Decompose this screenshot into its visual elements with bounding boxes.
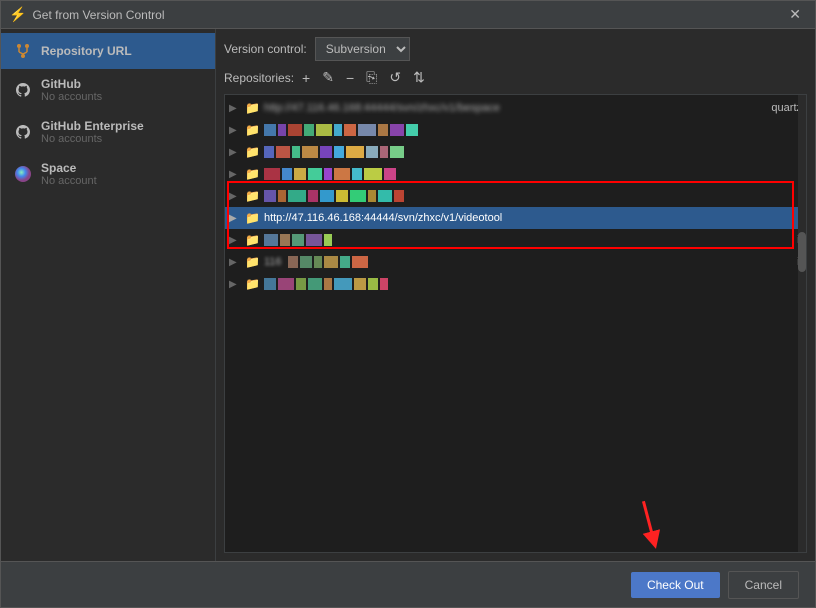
fork-icon <box>13 41 33 61</box>
scrollbar-thumb[interactable] <box>798 232 806 272</box>
version-control-select[interactable]: Subversion Git Mercurial <box>315 37 410 61</box>
sidebar-item-label-space: Space <box>41 161 97 175</box>
checkout-button[interactable]: Check Out <box>631 572 720 598</box>
sort-repos-button[interactable]: ⇅ <box>409 67 429 88</box>
pixel-row <box>264 278 388 290</box>
chevron-icon: ▶ <box>229 279 241 290</box>
list-item-selected[interactable]: ▶ 📁 http://47.116.46.168:44444/svn/zhxc/… <box>225 207 806 229</box>
sidebar-item-sub-space: No account <box>41 175 97 187</box>
scrollbar[interactable] <box>798 95 806 552</box>
chevron-icon: ▶ <box>229 125 241 136</box>
sidebar-item-label-repo: Repository URL <box>41 44 132 58</box>
chevron-icon: ▶ <box>229 169 241 180</box>
sidebar-item-github[interactable]: GitHub No accounts <box>1 69 215 111</box>
sidebar-item-content-space: Space No account <box>41 161 97 187</box>
repo-list: ▶ 📁 http://47.116.46.168:44444/svn/zhxc/… <box>225 95 806 297</box>
refresh-repos-button[interactable]: ↺ <box>385 67 405 88</box>
list-item[interactable]: ▶ 📁 <box>225 119 806 141</box>
pixel-row <box>264 146 404 158</box>
list-item[interactable]: ▶ 📁 il <box>225 229 806 251</box>
sidebar-item-space[interactable]: Space No account <box>1 153 215 195</box>
add-repo-button[interactable]: + <box>298 68 314 88</box>
pixel-row <box>264 124 418 136</box>
sidebar-item-sub-github: No accounts <box>41 91 102 103</box>
list-item[interactable]: ▶ 📁 <box>225 273 806 295</box>
pixel-row <box>264 234 332 246</box>
right-panel: Version control: Subversion Git Mercuria… <box>216 29 815 561</box>
chevron-icon: ▶ <box>229 103 241 114</box>
chevron-icon: ▶ <box>229 257 241 268</box>
pixel-row <box>264 168 396 180</box>
title-bar: ⚡ Get from Version Control ✕ <box>1 1 815 29</box>
folder-icon: 📁 <box>245 189 260 203</box>
main-dialog: ⚡ Get from Version Control ✕ <box>0 0 816 608</box>
remove-repo-button[interactable]: − <box>342 68 358 88</box>
folder-icon: 📁 <box>245 233 260 247</box>
pixel-row: 116 <box>264 256 368 268</box>
toolbar-row-version: Version control: Subversion Git Mercuria… <box>224 37 807 61</box>
sidebar-item-label-github: GitHub <box>41 77 102 91</box>
folder-icon: 📁 <box>245 101 260 115</box>
sidebar-item-repository-url[interactable]: Repository URL <box>1 33 215 69</box>
close-button[interactable]: ✕ <box>783 4 807 25</box>
repo-url-blurred: http://47.116.46.168:44444/svn/zhxc/v1/b… <box>264 102 500 114</box>
folder-icon-selected: 📁 <box>245 211 260 225</box>
app-icon: ⚡ <box>9 6 26 23</box>
sidebar-item-content-github: GitHub No accounts <box>41 77 102 103</box>
chevron-icon: ▶ <box>229 235 241 246</box>
list-item[interactable]: ▶ 📁 <box>225 141 806 163</box>
chevron-icon: ▶ <box>229 147 241 158</box>
folder-icon: 📁 <box>245 167 260 181</box>
sidebar-item-sub-ghe: No accounts <box>41 133 144 145</box>
sidebar-item-github-enterprise[interactable]: GitHub Enterprise No accounts <box>1 111 215 153</box>
list-item[interactable]: ▶ 📁 http://47.116.46.168:44444/svn/zhxc/… <box>225 97 806 119</box>
version-control-label: Version control: <box>224 42 307 56</box>
dialog-footer: Check Out Cancel <box>1 561 815 607</box>
dialog-title: Get from Version Control <box>32 8 164 22</box>
chevron-icon: ▶ <box>229 191 241 202</box>
list-item[interactable]: ▶ 📁 116 il <box>225 251 806 273</box>
sidebar: Repository URL GitHub No accounts <box>1 29 216 561</box>
folder-icon: 📁 <box>245 123 260 137</box>
github-enterprise-icon <box>13 122 33 142</box>
github-icon <box>13 80 33 100</box>
repositories-label: Repositories: <box>224 71 294 85</box>
repo-list-container[interactable]: ▶ 📁 http://47.116.46.168:44444/svn/zhxc/… <box>224 94 807 553</box>
copy-repo-button[interactable]: ⎘ <box>362 67 381 88</box>
list-item[interactable]: ▶ 📁 <box>225 163 806 185</box>
chevron-icon: ▶ <box>229 213 241 224</box>
cancel-button[interactable]: Cancel <box>728 571 799 599</box>
repo-url-text: http://47.116.46.168:44444/svn/zhxc/v1/v… <box>264 212 502 224</box>
sidebar-item-content-repo: Repository URL <box>41 44 132 58</box>
sidebar-item-label-ghe: GitHub Enterprise <box>41 119 144 133</box>
list-item[interactable]: ▶ 📁 <box>225 185 806 207</box>
folder-icon: 📁 <box>245 145 260 159</box>
main-content: Repository URL GitHub No accounts <box>1 29 815 561</box>
sidebar-item-content-ghe: GitHub Enterprise No accounts <box>41 119 144 145</box>
toolbar-row-repos: Repositories: + ✎ − ⎘ ↺ ⇅ <box>224 67 807 88</box>
space-icon <box>13 164 33 184</box>
folder-icon: 📁 <box>245 255 260 269</box>
title-bar-left: ⚡ Get from Version Control <box>9 6 165 23</box>
pixel-row <box>264 190 404 202</box>
folder-icon: 📁 <box>245 277 260 291</box>
edit-repo-button[interactable]: ✎ <box>318 67 338 88</box>
